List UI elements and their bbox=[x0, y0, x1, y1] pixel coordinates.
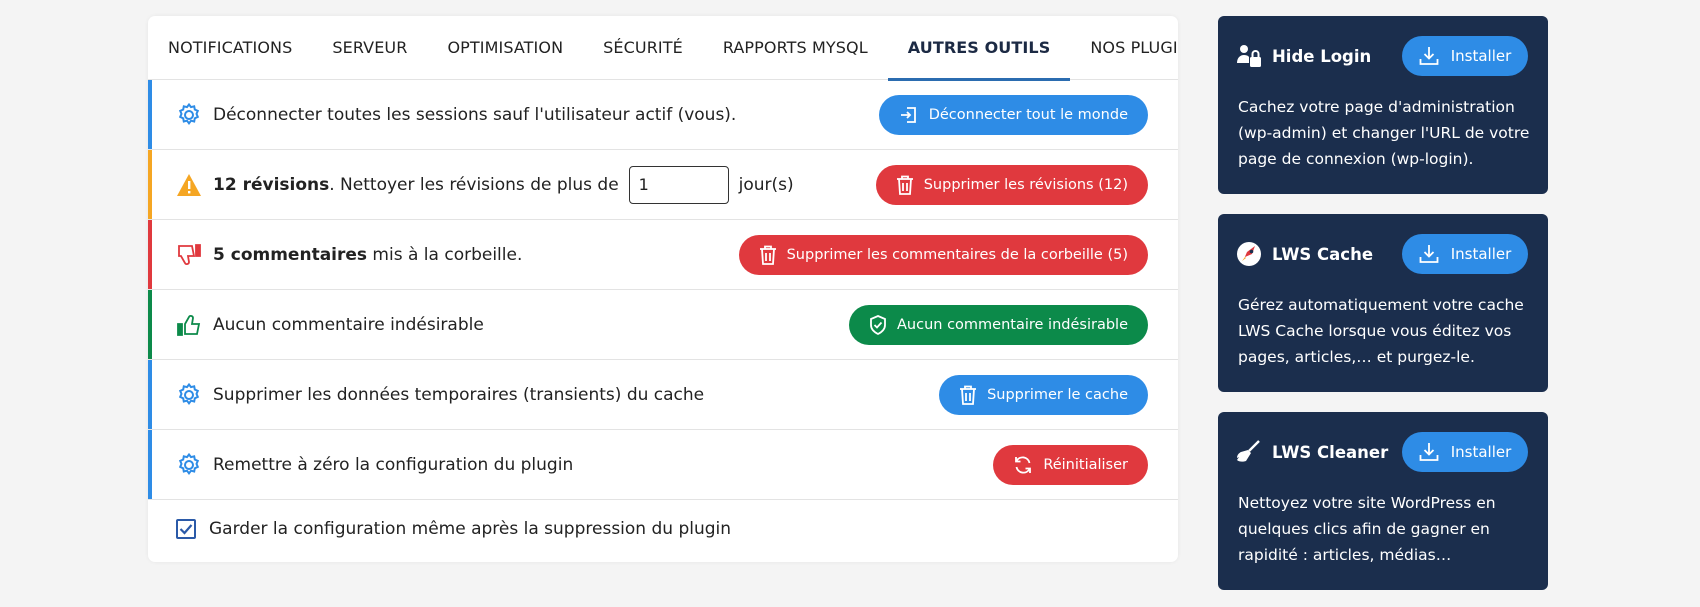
plugin-card-lws-cleaner: LWS Cleaner Installer Nettoyez votre sit… bbox=[1218, 412, 1548, 590]
gear-icon bbox=[176, 452, 202, 478]
tab-rapports-mysql[interactable]: RAPPORTS MYSQL bbox=[723, 16, 868, 80]
install-label: Installer bbox=[1450, 245, 1512, 263]
tab-securite[interactable]: SÉCURITÉ bbox=[603, 16, 683, 80]
revisions-row: 12 révisions. Nettoyer les révisions de … bbox=[148, 150, 1178, 220]
logout-all-label: Déconnecter tout le monde bbox=[928, 106, 1128, 123]
row-accent-bar bbox=[148, 80, 152, 149]
trash-comments-row: 5 commentaires mis à la corbeille. Suppr… bbox=[148, 220, 1178, 290]
shield-check-icon bbox=[870, 314, 886, 335]
reset-button[interactable]: Réinitialiser bbox=[993, 444, 1148, 485]
delete-trash-comments-label: Supprimer les commentaires de la corbeil… bbox=[786, 246, 1128, 263]
thumbs-up-icon bbox=[176, 312, 202, 338]
install-label: Installer bbox=[1450, 443, 1512, 461]
tab-nos-plugins[interactable]: NOS PLUGINS bbox=[1090, 16, 1178, 80]
reset-label: Réinitialiser bbox=[1043, 456, 1128, 473]
trash-comments-count: 5 commentaires bbox=[213, 244, 368, 265]
sign-in-icon bbox=[900, 106, 916, 123]
keep-config-checkbox[interactable] bbox=[176, 519, 196, 539]
spam-comments-text: Aucun commentaire indésirable bbox=[213, 314, 484, 335]
rocket-icon bbox=[1236, 241, 1262, 267]
revisions-count: 12 révisions bbox=[213, 174, 330, 195]
tab-serveur[interactable]: SERVEUR bbox=[332, 16, 407, 80]
refresh-icon bbox=[1015, 456, 1032, 473]
tab-notifications[interactable]: NOTIFICATIONS bbox=[168, 16, 292, 80]
plugin-card-lws-cache: LWS Cache Installer Gérez automatiquemen… bbox=[1218, 214, 1548, 392]
user-lock-icon bbox=[1236, 43, 1262, 69]
row-accent-bar bbox=[148, 150, 152, 219]
tab-optimisation[interactable]: OPTIMISATION bbox=[447, 16, 563, 80]
plugin-name: Hide Login bbox=[1272, 46, 1372, 66]
trash-comments-description: mis à la corbeille. bbox=[367, 244, 523, 265]
logout-text: Déconnecter toutes les sessions sauf l'u… bbox=[213, 104, 737, 125]
keep-config-option: Garder la configuration même après la su… bbox=[176, 519, 731, 539]
download-icon bbox=[1419, 47, 1439, 65]
broom-icon bbox=[1236, 439, 1262, 465]
download-icon bbox=[1419, 245, 1439, 263]
download-icon bbox=[1419, 443, 1439, 461]
plugin-name: LWS Cleaner bbox=[1272, 442, 1389, 462]
row-accent-bar bbox=[148, 360, 152, 429]
delete-cache-button[interactable]: Supprimer le cache bbox=[939, 374, 1148, 415]
logout-row: Déconnecter toutes les sessions sauf l'u… bbox=[148, 80, 1178, 150]
revisions-text: 12 révisions. Nettoyer les révisions de … bbox=[213, 165, 794, 204]
plugin-description: Cachez votre page d'administration (wp-a… bbox=[1238, 98, 1530, 168]
plugin-name: LWS Cache bbox=[1272, 244, 1374, 264]
row-accent-bar bbox=[148, 430, 152, 499]
install-button[interactable]: Installer bbox=[1402, 234, 1528, 274]
tools-panel: NOTIFICATIONS SERVEUR OPTIMISATION SÉCUR… bbox=[148, 16, 1178, 562]
cache-row: Supprimer les données temporaires (trans… bbox=[148, 360, 1178, 430]
delete-trash-comments-button[interactable]: Supprimer les commentaires de la corbeil… bbox=[738, 234, 1148, 275]
no-spam-label: Aucun commentaire indésirable bbox=[897, 316, 1128, 333]
warning-icon bbox=[176, 172, 202, 198]
gear-icon bbox=[176, 102, 202, 128]
spam-comments-row: Aucun commentaire indésirable Aucun comm… bbox=[148, 290, 1178, 360]
install-label: Installer bbox=[1450, 47, 1512, 65]
tab-autres-outils[interactable]: AUTRES OUTILS bbox=[887, 16, 1070, 81]
gear-icon bbox=[176, 382, 202, 408]
delete-cache-label: Supprimer le cache bbox=[987, 386, 1128, 403]
revisions-description: . Nettoyer les révisions de plus de bbox=[329, 174, 619, 195]
install-button[interactable]: Installer bbox=[1402, 36, 1528, 76]
reset-row: Remettre à zéro la configuration du plug… bbox=[148, 430, 1178, 500]
cache-text: Supprimer les données temporaires (trans… bbox=[213, 384, 705, 405]
trash-icon bbox=[960, 385, 977, 405]
plugin-card-hide-login: Hide Login Installer Cachez votre page d… bbox=[1218, 16, 1548, 194]
plugin-description: Gérez automatiquement votre cache LWS Ca… bbox=[1238, 296, 1524, 366]
no-spam-button[interactable]: Aucun commentaire indésirable bbox=[849, 304, 1148, 345]
checkmark-icon bbox=[179, 524, 193, 535]
revision-days-input[interactable] bbox=[628, 165, 729, 204]
trash-comments-text: 5 commentaires mis à la corbeille. bbox=[213, 245, 522, 265]
trash-icon bbox=[759, 245, 776, 265]
delete-revisions-button[interactable]: Supprimer les révisions (12) bbox=[875, 164, 1148, 205]
keep-config-label: Garder la configuration même après la su… bbox=[209, 519, 732, 539]
delete-revisions-label: Supprimer les révisions (12) bbox=[923, 176, 1128, 193]
logout-all-button[interactable]: Déconnecter tout le monde bbox=[878, 94, 1148, 135]
thumbs-down-icon bbox=[176, 242, 202, 268]
install-button[interactable]: Installer bbox=[1402, 432, 1528, 472]
reset-text: Remettre à zéro la configuration du plug… bbox=[213, 454, 574, 475]
trash-icon bbox=[896, 175, 913, 195]
row-accent-bar bbox=[148, 220, 152, 289]
tab-bar: NOTIFICATIONS SERVEUR OPTIMISATION SÉCUR… bbox=[148, 16, 1178, 81]
plugin-description: Nettoyez votre site WordPress en quelque… bbox=[1238, 494, 1496, 564]
row-accent-bar bbox=[148, 290, 152, 359]
days-unit: jour(s) bbox=[738, 174, 794, 195]
